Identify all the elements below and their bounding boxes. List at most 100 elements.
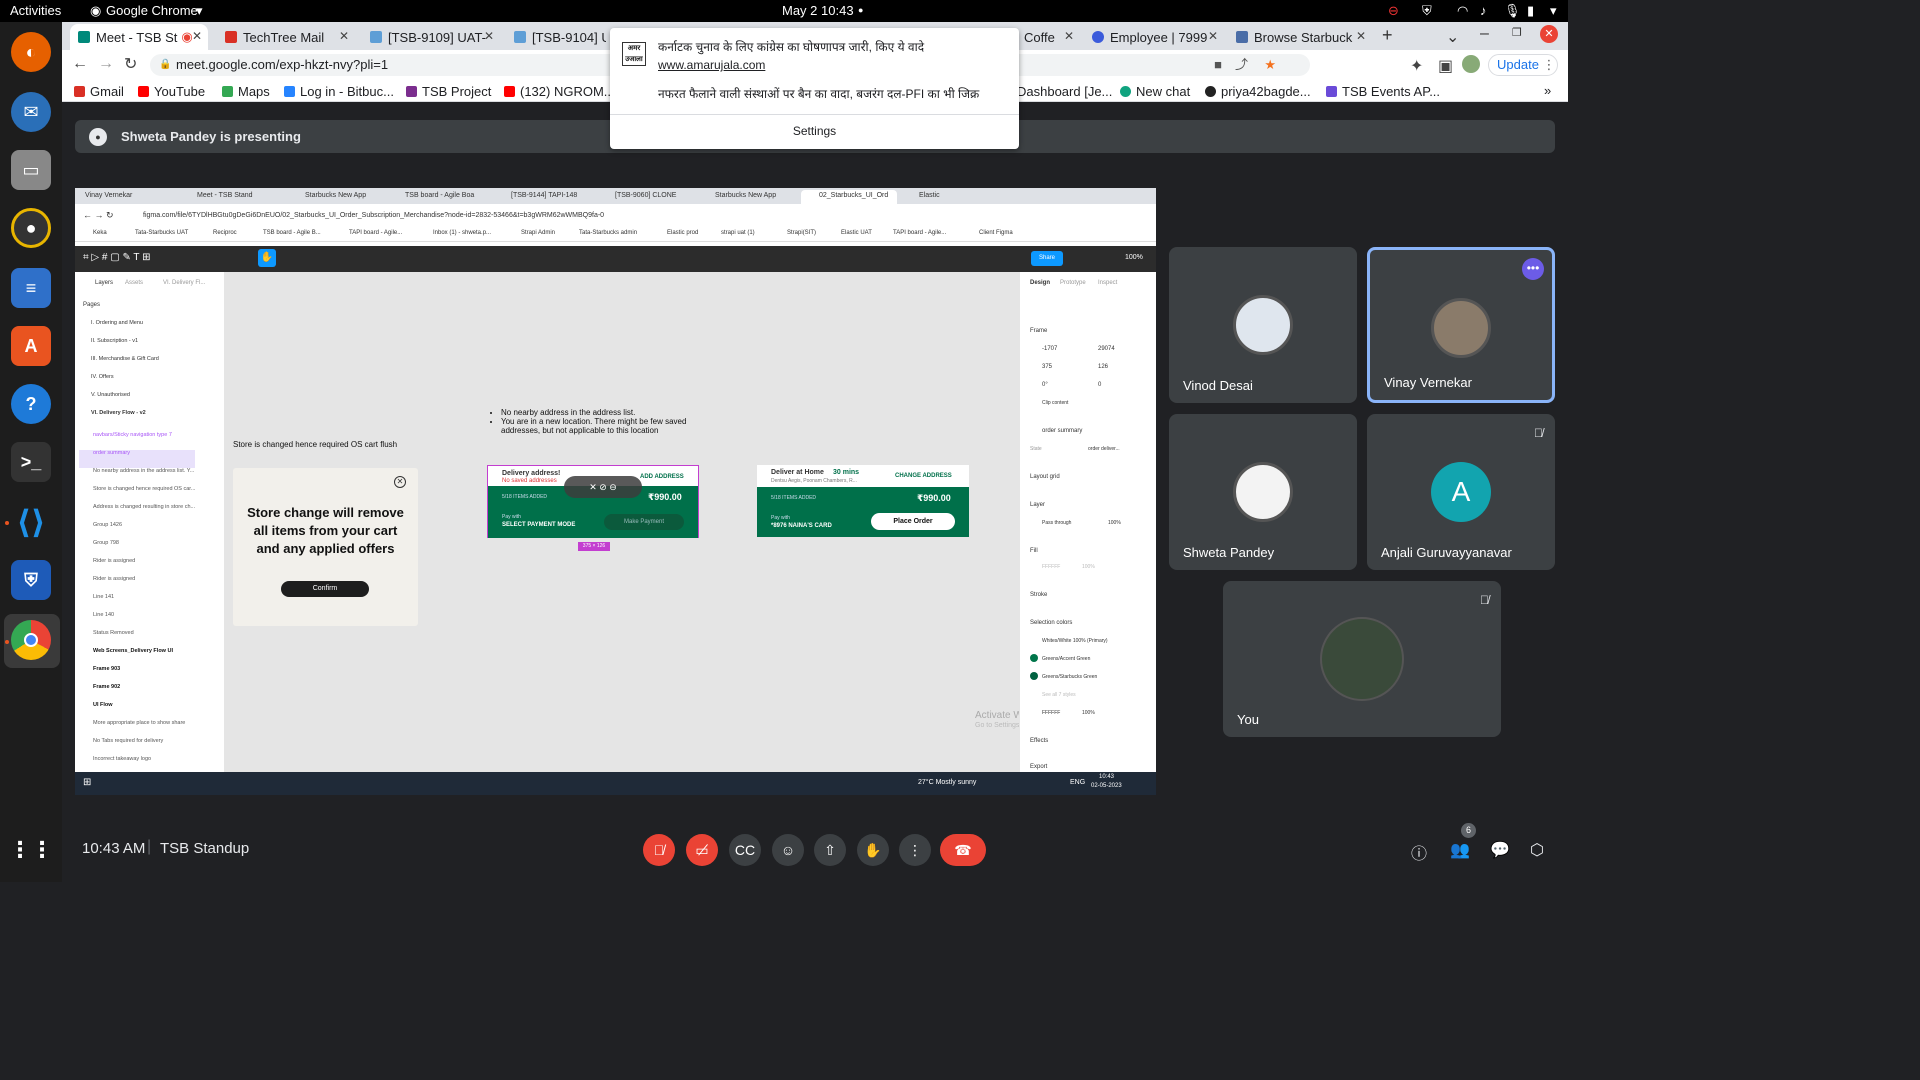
minimize-icon[interactable]: – — [1480, 25, 1489, 43]
close-icon[interactable]: ✕ — [192, 29, 202, 43]
participant-tile[interactable]: Vinod Desai — [1169, 247, 1357, 403]
terminal-icon[interactable]: >_ — [11, 442, 51, 482]
show-apps-icon[interactable]: ⋮⋮ — [9, 830, 53, 870]
info-icon[interactable]: ⓘ — [1411, 840, 1427, 864]
emoji-button[interactable]: ☺ — [772, 834, 804, 866]
tab-browse-starbucks[interactable]: Browse Starbuck ✕ — [1228, 24, 1372, 50]
star-icon[interactable]: ★ — [1264, 54, 1276, 76]
figma-layer-item[interactable]: Group 798 — [79, 540, 195, 558]
figma-share-button[interactable]: Share — [1031, 251, 1063, 266]
windows-start-icon[interactable]: ⊞ — [83, 777, 91, 788]
radius-value[interactable]: 0 — [1098, 382, 1101, 388]
figma-layer-item[interactable]: Web Screens_Delivery Flow UI — [79, 648, 195, 666]
bookmark-tsb-project[interactable]: TSB Project — [406, 84, 491, 99]
close-icon[interactable]: ✕ — [1356, 29, 1366, 43]
close-icon[interactable]: ✕ — [1208, 29, 1218, 43]
more-options-icon[interactable]: ••• — [1522, 258, 1544, 280]
figma-layer-item[interactable]: Status Removed — [79, 630, 195, 648]
bookmark-maps[interactable]: Maps — [222, 84, 270, 99]
close-icon[interactable]: ✕ — [394, 476, 406, 488]
reload-icon[interactable]: ↻ — [124, 54, 137, 74]
vpn-shield-icon[interactable]: ⛨ — [11, 560, 51, 600]
close-icon[interactable]: ✕ — [1064, 29, 1074, 43]
figma-layer-item[interactable]: Line 141 — [79, 594, 195, 612]
firefox-icon[interactable]: ◐ — [11, 32, 51, 72]
captions-button[interactable]: CC — [729, 834, 761, 866]
tab-employee[interactable]: Employee | 7999 ✕ — [1084, 24, 1224, 50]
back-icon[interactable]: ← — [72, 55, 88, 73]
figma-layer-item[interactable]: Address is changed resulting in store ch… — [79, 504, 195, 522]
mic-off-button[interactable]: 🎙̸ — [643, 834, 675, 866]
writer-icon[interactable]: ≡ — [11, 268, 51, 308]
x-value[interactable]: -1707 — [1042, 346, 1057, 352]
side-panel-icon[interactable]: ▣ — [1438, 56, 1453, 76]
profile-avatar[interactable] — [1462, 55, 1480, 73]
files-icon[interactable]: ▭ — [11, 150, 51, 190]
forward-icon[interactable]: → — [98, 55, 114, 73]
more-options-button[interactable]: ⋮ — [899, 834, 931, 866]
figma-page-item[interactable]: I. Ordering and Menu — [91, 320, 159, 338]
bookmark-gmail[interactable]: Gmail — [74, 84, 124, 99]
rotation-value[interactable]: 0° — [1042, 382, 1048, 388]
share-icon[interactable]: ⤴ — [1235, 54, 1248, 76]
bookmark-github[interactable]: priya42bagde... — [1205, 84, 1311, 99]
participant-tile[interactable]: Shweta Pandey — [1169, 414, 1357, 570]
figma-layer-item[interactable]: UI Flow — [79, 702, 195, 720]
figma-page-item[interactable]: IV. Offers — [91, 374, 159, 392]
tab-tsb-9109[interactable]: [TSB-9109] UAT- ✕ — [362, 24, 500, 50]
extensions-icon[interactable]: ✦ — [1410, 56, 1423, 76]
h-value[interactable]: 126 — [1098, 364, 1108, 370]
close-window-icon[interactable]: ✕ — [1540, 25, 1558, 43]
rhythmbox-icon[interactable]: ● — [11, 208, 51, 248]
figma-page-item[interactable]: V. Unauthorised — [91, 392, 159, 410]
close-icon[interactable]: ✕ — [339, 29, 349, 43]
camera-off-button[interactable]: ▭̸ — [686, 834, 718, 866]
bookmark-dashboard[interactable]: Dashboard [Je... — [1017, 84, 1112, 99]
place-order-button[interactable]: Place Order — [871, 513, 955, 530]
notification-settings-button[interactable]: Settings — [610, 124, 1019, 138]
figma-layer-item[interactable]: No Tabs required for delivery — [79, 738, 195, 756]
vscode-icon[interactable]: ⟨⟩ — [11, 502, 51, 542]
tab-coffee[interactable]: Coffe ✕ — [1016, 24, 1080, 50]
figma-zoom[interactable]: 100% — [1125, 254, 1143, 261]
participant-tile-active-speaker[interactable]: ••• Vinay Vernekar — [1367, 247, 1555, 403]
figma-page-item[interactable]: III. Merchandise & Gift Card — [91, 356, 159, 374]
help-icon[interactable]: ? — [11, 384, 51, 424]
wifi-icon[interactable]: ◠ — [1457, 3, 1468, 19]
figma-layer-item[interactable]: order summary — [79, 450, 196, 468]
chrome-icon[interactable] — [11, 620, 51, 660]
figma-layer-item[interactable]: Line 140 — [79, 612, 195, 630]
figma-page-item[interactable]: II. Subscription - v1 — [91, 338, 159, 356]
figma-layer-item[interactable]: Rider is assigned — [79, 576, 195, 594]
figma-layer-item[interactable]: Store is changed hence required OS car..… — [79, 486, 195, 504]
figma-layer-item[interactable]: Rider is assigned — [79, 558, 195, 576]
hand-tool-icon[interactable]: ✋ — [258, 249, 276, 267]
app-menu[interactable]: Google Chrome — [106, 3, 198, 18]
thunderbird-icon[interactable]: ✉ — [11, 92, 51, 132]
new-tab-icon[interactable]: + — [1382, 25, 1393, 46]
camera-blocked-icon[interactable]: ■ — [1214, 54, 1222, 76]
maximize-icon[interactable]: ❐ — [1512, 26, 1522, 39]
confirm-button[interactable]: Confirm — [281, 581, 369, 597]
figma-layer-item[interactable]: No nearby address in the address list. Y… — [79, 468, 195, 486]
y-value[interactable]: 29074 — [1098, 346, 1115, 352]
leave-call-button[interactable]: ☎ — [940, 834, 986, 866]
activities-button[interactable]: Activities — [10, 3, 61, 18]
tab-tsb-9104[interactable]: [TSB-9104] UA — [506, 24, 606, 50]
bookmark-new-chat[interactable]: New chat — [1120, 84, 1190, 99]
bookmark-youtube[interactable]: YouTube — [138, 84, 205, 99]
figma-canvas[interactable]: Store is changed hence required OS cart … — [225, 272, 1086, 772]
tab-search-icon[interactable]: ⌄ — [1446, 27, 1459, 47]
chat-icon[interactable]: 💬 — [1490, 840, 1510, 860]
figma-layer-item[interactable]: Frame 902 — [79, 684, 195, 702]
close-icon[interactable]: ✕ — [484, 29, 494, 43]
present-button[interactable]: ⇧ — [814, 834, 846, 866]
figma-layer-item[interactable]: Group 1426 — [79, 522, 195, 540]
figma-layer-item[interactable]: Frame 903 — [79, 666, 195, 684]
bookmark-bitbucket[interactable]: Log in - Bitbuc... — [284, 84, 394, 99]
clock[interactable]: May 2 10:43 — [782, 3, 854, 18]
app-center-icon[interactable]: A — [11, 326, 51, 366]
people-icon[interactable]: 👥 — [1450, 840, 1470, 860]
order-summary-card-selected[interactable]: Delivery address! No saved addresses ADD… — [487, 465, 699, 538]
participant-tile-self[interactable]: 🎙̸ You — [1223, 581, 1501, 737]
